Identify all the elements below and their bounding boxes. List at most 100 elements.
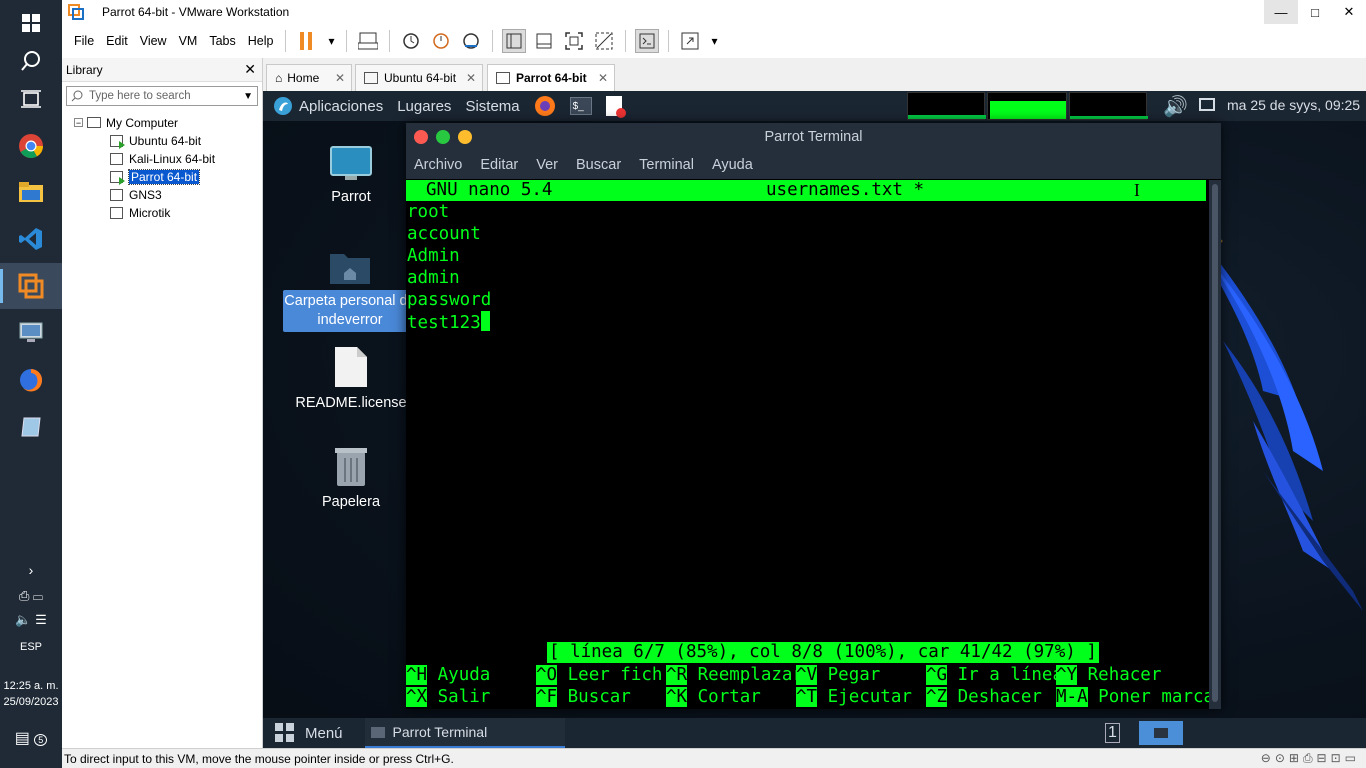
show-library-button[interactable]	[502, 29, 527, 53]
volume-icon[interactable]: 🔊	[1163, 94, 1188, 119]
panel-clock[interactable]: ma 25 de syys, 09:25	[1227, 97, 1360, 113]
terminal-titlebar[interactable]: Parrot Terminal	[406, 123, 1221, 151]
taskbar-app[interactable]	[0, 404, 62, 450]
menu-file[interactable]: File	[74, 34, 94, 48]
bottom-menu-label[interactable]: Menú	[305, 725, 343, 742]
shortcut-label: Leer fich.	[567, 665, 673, 685]
tab-parrot[interactable]: Parrot 64-bit ✕	[487, 64, 615, 91]
terminal-scrollbar[interactable]	[1209, 180, 1221, 709]
tab-close-icon[interactable]: ✕	[466, 71, 476, 85]
active-indicator	[0, 269, 3, 303]
chevron-down-icon[interactable]: ▾	[325, 29, 337, 53]
revert-snapshot-button[interactable]	[429, 29, 453, 53]
editor-launcher-icon[interactable]	[605, 96, 626, 118]
desktop-icon-trash[interactable]: Papelera	[286, 444, 416, 512]
term-menu-ayuda[interactable]: Ayuda	[712, 157, 753, 173]
workspace-icon[interactable]: 1	[1105, 723, 1120, 743]
menu-applications[interactable]: Aplicaciones	[299, 98, 383, 115]
tree-item-parrot[interactable]: Parrot 64-bit	[110, 168, 201, 185]
minimize-button[interactable]: —	[1264, 0, 1298, 24]
taskbar-vscode[interactable]	[0, 216, 62, 262]
tray-icons-row2[interactable]: 🔈 ☰	[0, 612, 62, 628]
menu-help[interactable]: Help	[248, 34, 274, 48]
window-title: Parrot 64-bit - VMware Workstation	[102, 5, 290, 19]
search-icon	[71, 90, 83, 102]
clock-time[interactable]: 12:25 a. m.	[0, 680, 62, 692]
language-indicator[interactable]: ESP	[0, 641, 62, 653]
chevron-down-icon[interactable]: ▾	[708, 29, 720, 53]
terminal-launcher-icon[interactable]: $_	[569, 97, 592, 115]
desktop-icon-home-folder[interactable]: Carpeta personal de indeverror	[283, 248, 417, 332]
taskbar-vmware[interactable]	[0, 263, 62, 309]
close-button[interactable]: ✕	[1332, 0, 1366, 24]
device-icons[interactable]: ⊖⊙⊞⎙⊟⊡▭	[1261, 751, 1360, 766]
term-menu-buscar[interactable]: Buscar	[576, 157, 621, 173]
collapse-icon[interactable]: −	[74, 118, 83, 128]
task-view-button[interactable]	[0, 76, 62, 122]
tab-ubuntu[interactable]: Ubuntu 64-bit ✕	[355, 64, 483, 91]
nano-editor[interactable]: GNU nano 5.4 usernames.txt * I root acco…	[406, 180, 1214, 709]
menu-places[interactable]: Lugares	[397, 98, 451, 115]
scrollbar-thumb[interactable]	[1212, 184, 1218, 702]
notification-button[interactable]: ▤ 5	[0, 728, 62, 748]
term-menu-editar[interactable]: Editar	[480, 157, 518, 173]
menu-system[interactable]: Sistema	[465, 98, 519, 115]
full-screen-button[interactable]	[562, 29, 586, 53]
menu-edit[interactable]: Edit	[106, 34, 128, 48]
unity-button[interactable]	[592, 29, 616, 53]
library-search[interactable]: Type here to search ▼	[66, 86, 258, 106]
terminal-menubar: Archivo Editar Ver Buscar Terminal Ayuda	[406, 151, 1221, 179]
close-dot-icon[interactable]	[414, 130, 428, 144]
keyboard-icon	[358, 32, 379, 50]
vscode-icon	[19, 228, 42, 250]
toolbar-separator	[492, 30, 494, 52]
menu-tabs[interactable]: Tabs	[209, 34, 235, 48]
send-ctrl-alt-del-button[interactable]	[356, 29, 380, 53]
vm-display[interactable]: Aplicaciones Lugares Sistema $_ 🔊 ma 25 …	[263, 91, 1366, 748]
display-icon[interactable]	[1199, 98, 1215, 111]
term-menu-terminal[interactable]: Terminal	[639, 157, 694, 173]
taskbar-rdp[interactable]	[0, 310, 62, 356]
vm-tab-icon	[364, 72, 378, 84]
term-menu-ver[interactable]: Ver	[536, 157, 558, 173]
maximize-button[interactable]: □	[1298, 0, 1332, 24]
minimize-dot-icon[interactable]	[458, 130, 472, 144]
tray-icons-row1[interactable]: ⎙ ▭	[0, 588, 62, 604]
clock-date[interactable]: 25/09/2023	[0, 696, 62, 708]
menu-grid-icon[interactable]	[275, 723, 295, 743]
maximize-dot-icon[interactable]	[436, 130, 450, 144]
console-view-button[interactable]	[635, 29, 660, 53]
tree-item-gns3[interactable]: GNS3	[110, 186, 162, 203]
parrot-menu-icon[interactable]	[273, 96, 293, 116]
shortcut-key: ^T	[796, 687, 818, 707]
desktop-icon-parrot[interactable]: Parrot	[286, 145, 416, 207]
snapshot-button[interactable]	[399, 29, 423, 53]
tree-item-ubuntu[interactable]: Ubuntu 64-bit	[110, 132, 201, 149]
snapshot-manager-button[interactable]	[459, 29, 483, 53]
home-folder-icon	[330, 254, 370, 284]
tab-home[interactable]: ⌂ Home ✕	[266, 64, 352, 91]
tree-item-kali[interactable]: Kali-Linux 64-bit	[110, 150, 215, 167]
taskbar-firefox[interactable]	[0, 357, 62, 403]
chevron-down-icon[interactable]: ▼	[243, 91, 253, 102]
tab-close-icon[interactable]: ✕	[598, 71, 608, 85]
tree-root[interactable]: − My Computer	[74, 114, 178, 131]
tree-item-microtik[interactable]: Microtik	[110, 204, 170, 221]
stretch-guest-button[interactable]	[678, 29, 702, 53]
taskbar-chrome[interactable]	[0, 123, 62, 169]
suspend-button[interactable]	[295, 29, 319, 53]
chevron-right-icon[interactable]: ›	[0, 562, 62, 578]
menu-vm[interactable]: VM	[179, 34, 198, 48]
term-menu-archivo[interactable]: Archivo	[414, 157, 462, 173]
workspace-switcher[interactable]	[1139, 721, 1183, 745]
desktop-icon-readme[interactable]: README.license	[286, 345, 416, 413]
menu-view[interactable]: View	[140, 34, 167, 48]
terminal-title: Parrot Terminal	[764, 129, 863, 145]
thumbnail-bar-button[interactable]	[532, 29, 556, 53]
taskbar-file-explorer[interactable]	[0, 169, 62, 215]
library-close-button[interactable]: ✕	[244, 61, 256, 78]
tab-close-icon[interactable]: ✕	[335, 71, 345, 85]
firefox-icon[interactable]	[534, 95, 556, 117]
terminal-window[interactable]: Parrot Terminal Archivo Editar Ver Busca…	[406, 123, 1221, 709]
taskbar-terminal-button[interactable]: Parrot Terminal	[364, 718, 565, 748]
